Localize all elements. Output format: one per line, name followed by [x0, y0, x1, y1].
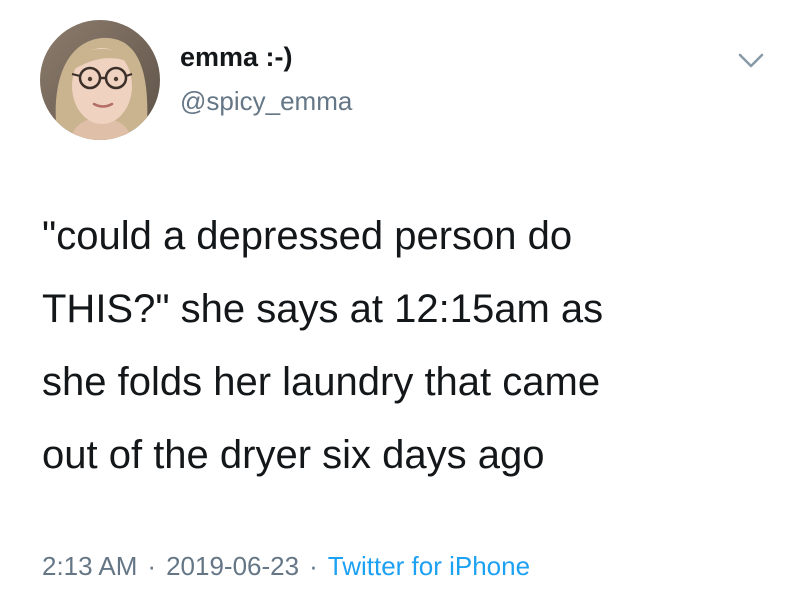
tweet-text-line: THIS?" she says at 12:15am as [42, 287, 604, 331]
tweet-card: emma :-) @spicy_emma "could a depressed … [0, 0, 800, 615]
avatar[interactable] [40, 20, 160, 140]
tweet-text-line: out of the dryer six days ago [42, 433, 545, 477]
tweet-text: "could a depressed person do THIS?" she … [42, 200, 762, 492]
separator-dot: · [309, 551, 318, 581]
tweet-date[interactable]: 2019-06-23 [166, 551, 299, 581]
user-handle[interactable]: @spicy_emma [180, 86, 352, 117]
tweet-text-line: she folds her laundry that came [42, 360, 601, 404]
tweet-time[interactable]: 2:13 AM [42, 551, 137, 581]
separator-dot: · [147, 551, 157, 581]
display-name[interactable]: emma :-) [180, 42, 293, 73]
avatar-photo [40, 20, 160, 140]
tweet-source-link[interactable]: Twitter for iPhone [328, 551, 530, 581]
tweet-metadata: 2:13 AM · 2019-06-23 · Twitter for iPhone [42, 551, 530, 582]
tweet-text-line: "could a depressed person do [42, 214, 573, 258]
chevron-down-icon[interactable] [736, 50, 766, 72]
